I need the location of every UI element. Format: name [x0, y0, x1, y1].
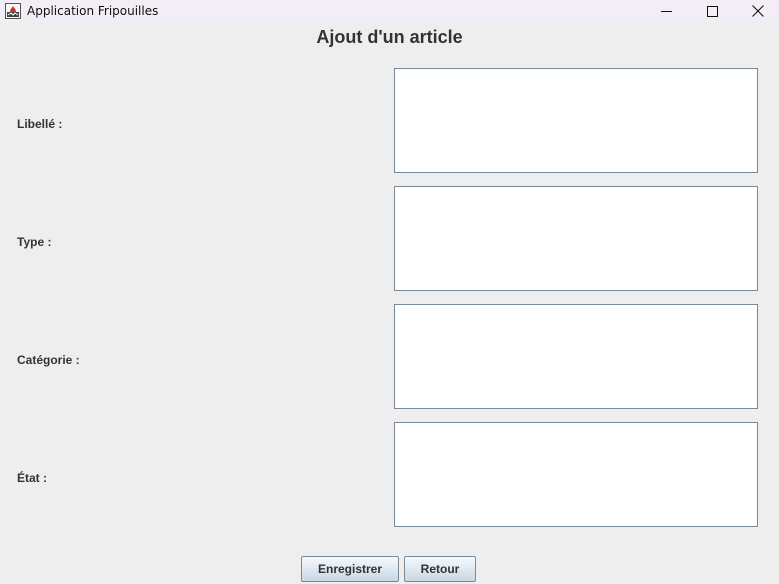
categorie-field[interactable]	[394, 304, 758, 409]
app-window: Application Fripouilles Ajout d'un artic…	[0, 0, 779, 584]
label-etat: État :	[17, 471, 47, 485]
label-categorie: Catégorie :	[17, 353, 80, 367]
java-app-icon	[5, 3, 21, 19]
close-icon	[752, 5, 764, 17]
maximize-button[interactable]	[689, 0, 735, 22]
minimize-icon	[660, 6, 672, 17]
window-title: Application Fripouilles	[27, 4, 159, 18]
label-type: Type :	[17, 235, 52, 249]
close-button[interactable]	[735, 0, 779, 22]
minimize-button[interactable]	[643, 0, 689, 22]
maximize-icon	[706, 5, 718, 17]
title-bar[interactable]: Application Fripouilles	[0, 0, 779, 22]
form-title: Ajout d'un article	[316, 27, 463, 47]
etat-field[interactable]	[394, 422, 758, 527]
back-button[interactable]: Retour	[404, 556, 476, 582]
libelle-field[interactable]	[394, 68, 758, 173]
type-field[interactable]	[394, 186, 758, 291]
label-libelle: Libellé :	[17, 117, 63, 131]
save-button[interactable]: Enregistrer	[301, 556, 399, 582]
